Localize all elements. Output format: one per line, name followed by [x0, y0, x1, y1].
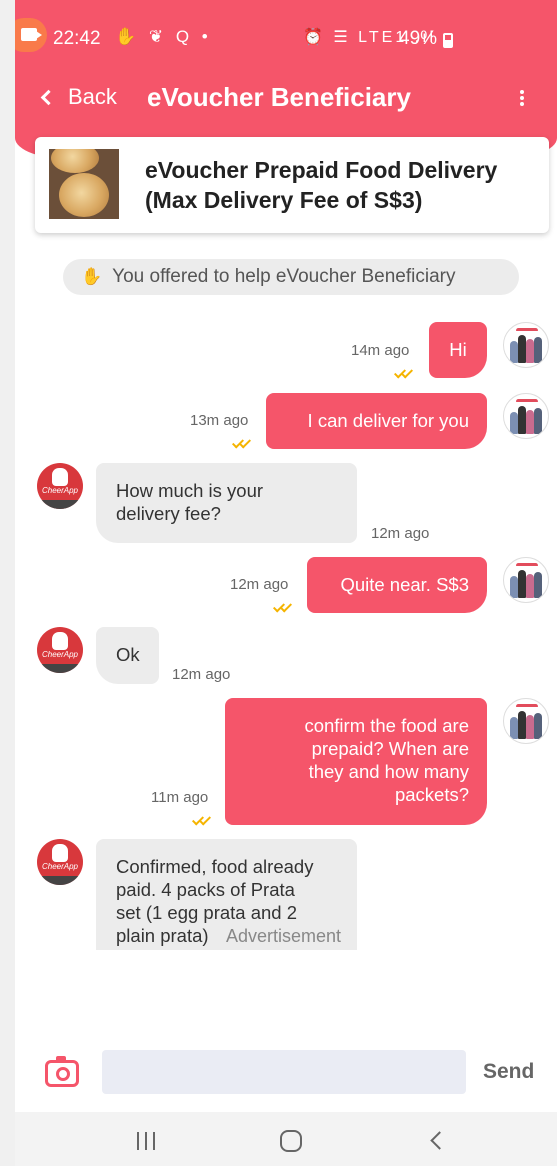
chat-screen: 22:42 ✋ ❦ Q • ⏰ ☰ LTE1 .ıl 49% Back eVou… [15, 0, 557, 1166]
message-bubble-incoming[interactable]: How much is your delivery fee? [96, 463, 357, 543]
listing-title-line1: eVoucher Prepaid Food Delivery [145, 157, 498, 183]
status-time: 22:42 [53, 28, 101, 49]
sender-avatar [503, 698, 549, 744]
sender-avatar [503, 393, 549, 439]
home-icon[interactable] [280, 1130, 302, 1152]
system-nav-bar [15, 1112, 557, 1166]
battery-icon [443, 33, 453, 48]
message-time: 12m ago [371, 525, 430, 542]
message-composer: Send [15, 1040, 557, 1112]
prata-image-bottom [59, 173, 109, 217]
listing-card[interactable]: eVoucher Prepaid Food Delivery (Max Deli… [35, 137, 549, 233]
dot-icon [520, 90, 524, 94]
message-line: prepaid? When are [311, 738, 469, 759]
listing-thumbnail [49, 149, 119, 219]
recipient-avatar: CheerApp [37, 627, 83, 673]
system-message: ✋ You offered to help eVoucher Beneficia… [63, 259, 519, 295]
message-time: 13m ago [190, 412, 249, 429]
system-message-text: You offered to help eVoucher Beneficiary [112, 266, 456, 287]
message-time: 12m ago [172, 666, 231, 683]
message-time: 12m ago [230, 576, 289, 593]
prata-image-top [51, 149, 99, 173]
app-bar: Back eVoucher Beneficiary [15, 78, 557, 120]
page-title: eVoucher Beneficiary [147, 82, 411, 112]
notification-icons: ✋ ❦ Q • [115, 27, 212, 46]
camera-icon[interactable] [45, 1056, 79, 1087]
raised-hand-icon: ✋ [81, 267, 103, 286]
message-bubble-incoming[interactable]: Ok [96, 627, 159, 684]
message-bubble-outgoing[interactable]: I can deliver for you [266, 393, 487, 449]
message-line: delivery fee? [116, 503, 221, 524]
recipient-avatar: CheerApp [37, 839, 83, 885]
listing-title-line2: (Max Delivery Fee of S$3) [145, 187, 423, 213]
chevron-left-icon [40, 89, 57, 105]
message-time: 14m ago [351, 342, 410, 359]
recent-apps-icon[interactable] [137, 1132, 157, 1150]
sender-avatar [503, 557, 549, 603]
message-line: packets? [394, 784, 469, 805]
battery-level: 49% [399, 28, 438, 49]
double-check-icon [191, 813, 213, 826]
back-label: Back [68, 84, 117, 109]
double-check-icon [231, 436, 253, 449]
message-line: How much is your [116, 480, 264, 501]
message-bubble-outgoing[interactable]: Quite near. S$3 [307, 557, 487, 613]
back-button[interactable]: Back [39, 84, 117, 110]
status-bar: 22:42 ✋ ❦ Q • ⏰ ☰ LTE1 .ıl 49% [15, 22, 557, 56]
advertisement-label[interactable]: Advertisement [226, 926, 341, 947]
listing-title: eVoucher Prepaid Food Delivery (Max Deli… [145, 155, 535, 215]
double-check-icon [272, 600, 294, 613]
nav-back-icon[interactable] [430, 1131, 449, 1150]
sender-avatar [503, 322, 549, 368]
message-input[interactable] [102, 1050, 466, 1094]
message-line: Confirmed, food already [116, 856, 314, 877]
recipient-avatar: CheerApp [37, 463, 83, 509]
more-options-button[interactable] [515, 84, 529, 112]
message-line: they and how many [308, 761, 469, 782]
message-bubble-outgoing[interactable]: confirm the food are prepaid? When are t… [225, 698, 487, 825]
message-line: confirm the food are [304, 715, 469, 736]
message-line: paid. 4 packs of Prata [116, 879, 295, 900]
dot-icon [520, 102, 524, 106]
message-line: set (1 egg prata and 2 [116, 902, 298, 923]
dot-icon [520, 96, 524, 100]
message-bubble-outgoing[interactable]: Hi [429, 322, 487, 378]
double-check-icon [393, 366, 415, 379]
message-time: 11m ago [151, 789, 209, 806]
send-button[interactable]: Send [483, 1060, 534, 1084]
